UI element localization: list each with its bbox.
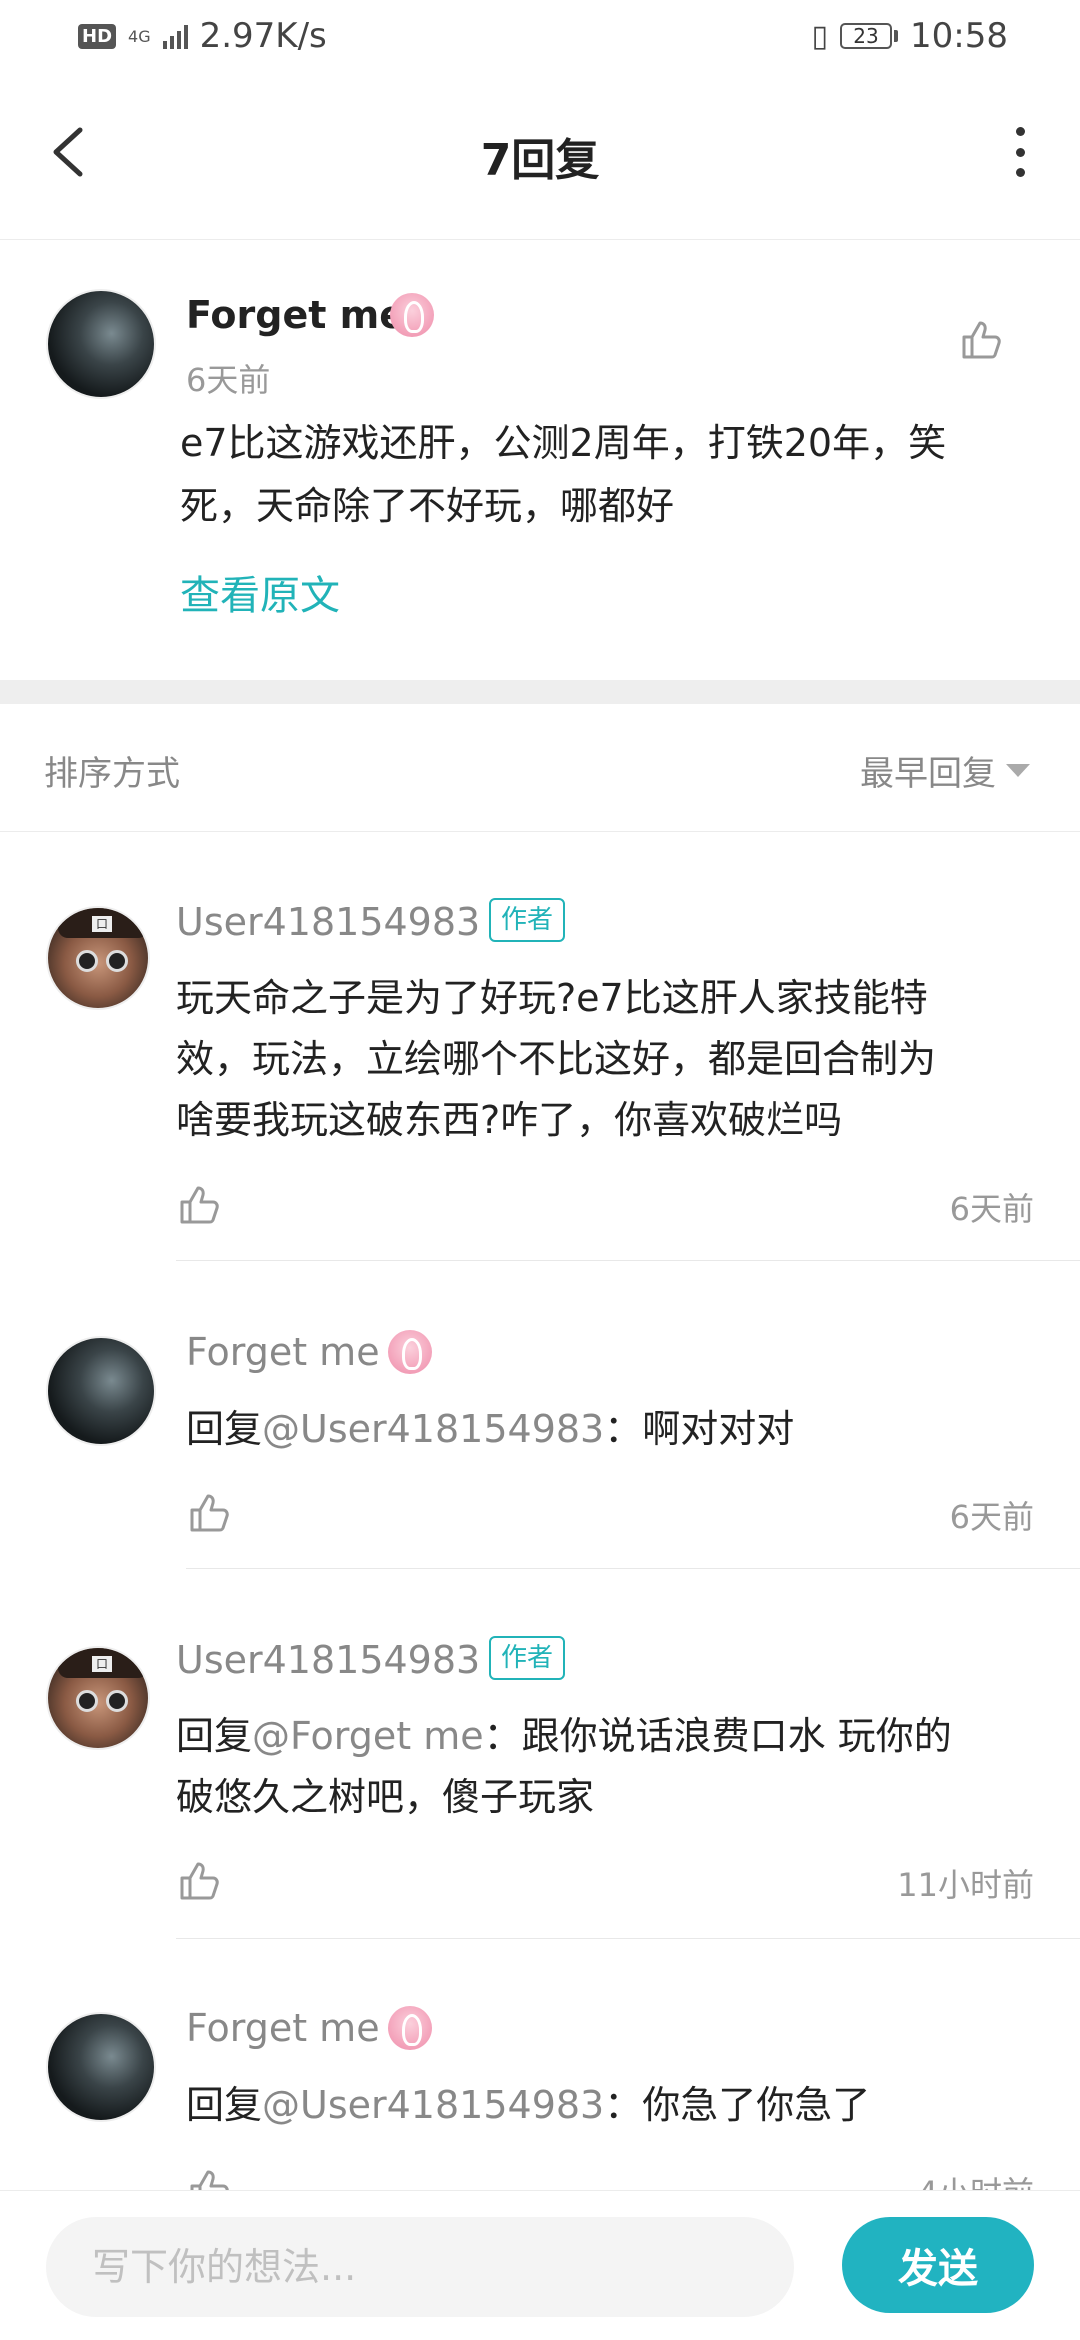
reply-author-name[interactable]: Forget me [186, 2006, 380, 2050]
battery-level: 23 [840, 23, 893, 49]
signal-icon [162, 23, 188, 49]
network-speed: 2.97K/s [199, 16, 327, 56]
author-badge: 作者 [489, 898, 566, 942]
main-post: Forget me 6天前 e7比这游戏还肝，公测2周年，打铁20年，笑 死，天… [0, 241, 1080, 681]
battery-icon: 23 [840, 23, 899, 49]
vibrate-icon: ▯ [811, 18, 829, 54]
thumbs-up-icon[interactable] [958, 315, 1006, 363]
divider [186, 1568, 1080, 1569]
clock: 10:58 [910, 16, 1008, 56]
chevron-left-icon [53, 127, 83, 177]
reply-text-line: 破悠久之树吧，傻子玩家 [176, 1775, 595, 1819]
avatar[interactable]: 口 [46, 906, 150, 1010]
page-title: 7回复 [480, 134, 600, 186]
sort-dropdown[interactable]: 最早回复 [860, 746, 996, 795]
reply-text: 回复@Forget me：跟你说话浪费口水 玩你的 [176, 1705, 952, 1767]
mention-link[interactable]: @User418154983 [262, 1407, 604, 1451]
back-button[interactable] [38, 122, 98, 182]
reply-content: ：啊对对对 [604, 1407, 795, 1451]
avatar[interactable] [46, 289, 156, 399]
post-text-line-2: 死，天命除了不好玩，哪都好 [180, 484, 675, 528]
view-original-link[interactable]: 查看原文 [180, 563, 340, 621]
reply-text: 回复@User418154983：你急了你急了 [186, 2074, 870, 2136]
send-button[interactable]: 发送 [842, 2217, 1034, 2313]
avatar[interactable] [46, 1336, 156, 1446]
avatar[interactable]: 口 [46, 1646, 150, 1750]
status-bar: HD 4G 2.97K/s ▯ 23 10:58 [0, 0, 1080, 72]
reply-text-line: 玩天命之子是为了好玩?e7比这肝人家技能特 [176, 976, 928, 1020]
divider [176, 1938, 1080, 1939]
nav-bar: 7回复 [0, 72, 1080, 240]
post-text-line-1: e7比这游戏还肝，公测2周年，打铁20年，笑 [180, 421, 947, 465]
medal-icon [390, 293, 434, 337]
more-dots-icon [1015, 127, 1025, 136]
reply-text-line: 啥要我玩这破东西?咋了，你喜欢破烂吗 [176, 1098, 843, 1142]
author-badge: 作者 [489, 1636, 566, 1680]
thumbs-up-icon[interactable] [176, 1856, 224, 1904]
sort-bar: 排序方式 最早回复 [0, 704, 1080, 832]
reply-content: ：跟你说话浪费口水 玩你的 [483, 1714, 952, 1758]
reply-prefix: 回复 [186, 2083, 263, 2127]
reply-author-name[interactable]: User418154983 [176, 900, 480, 944]
reply-content: ：你急了你急了 [604, 2083, 871, 2127]
reply-text: 回复@User418154983：啊对对对 [186, 1398, 794, 1460]
divider [176, 1260, 1080, 1261]
mention-link[interactable]: @Forget me [252, 1714, 484, 1758]
reply-time: 6天前 [949, 1190, 1034, 1228]
comment-bar: 发送 [0, 2190, 1080, 2340]
reply-time: 6天前 [949, 1498, 1034, 1536]
mention-link[interactable]: @User418154983 [262, 2083, 604, 2127]
caret-down-icon[interactable] [1006, 764, 1030, 777]
reply-time: 11小时前 [897, 1866, 1034, 1904]
thumbs-up-icon[interactable] [176, 1180, 224, 1228]
thumbs-up-icon[interactable] [186, 1488, 234, 1536]
comment-input[interactable] [46, 2217, 794, 2317]
reply-text-line: 效，玩法，立绘哪个不比这好，都是回合制为 [176, 1037, 937, 1081]
medal-icon [388, 1330, 432, 1374]
reply-author-name[interactable]: User418154983 [176, 1638, 480, 1682]
reply-prefix: 回复 [186, 1407, 263, 1451]
hd-icon: HD [78, 23, 117, 49]
post-author-name[interactable]: Forget me [186, 293, 405, 337]
post-time: 6天前 [186, 361, 271, 399]
avatar[interactable] [46, 2012, 156, 2122]
reply-prefix: 回复 [176, 1714, 253, 1758]
network-type: 4G [128, 26, 151, 46]
reply-author-name[interactable]: Forget me [186, 1330, 380, 1374]
section-gap [0, 680, 1080, 704]
more-options-button[interactable] [1010, 127, 1030, 177]
medal-icon [388, 2006, 432, 2050]
sort-label: 排序方式 [44, 754, 180, 794]
